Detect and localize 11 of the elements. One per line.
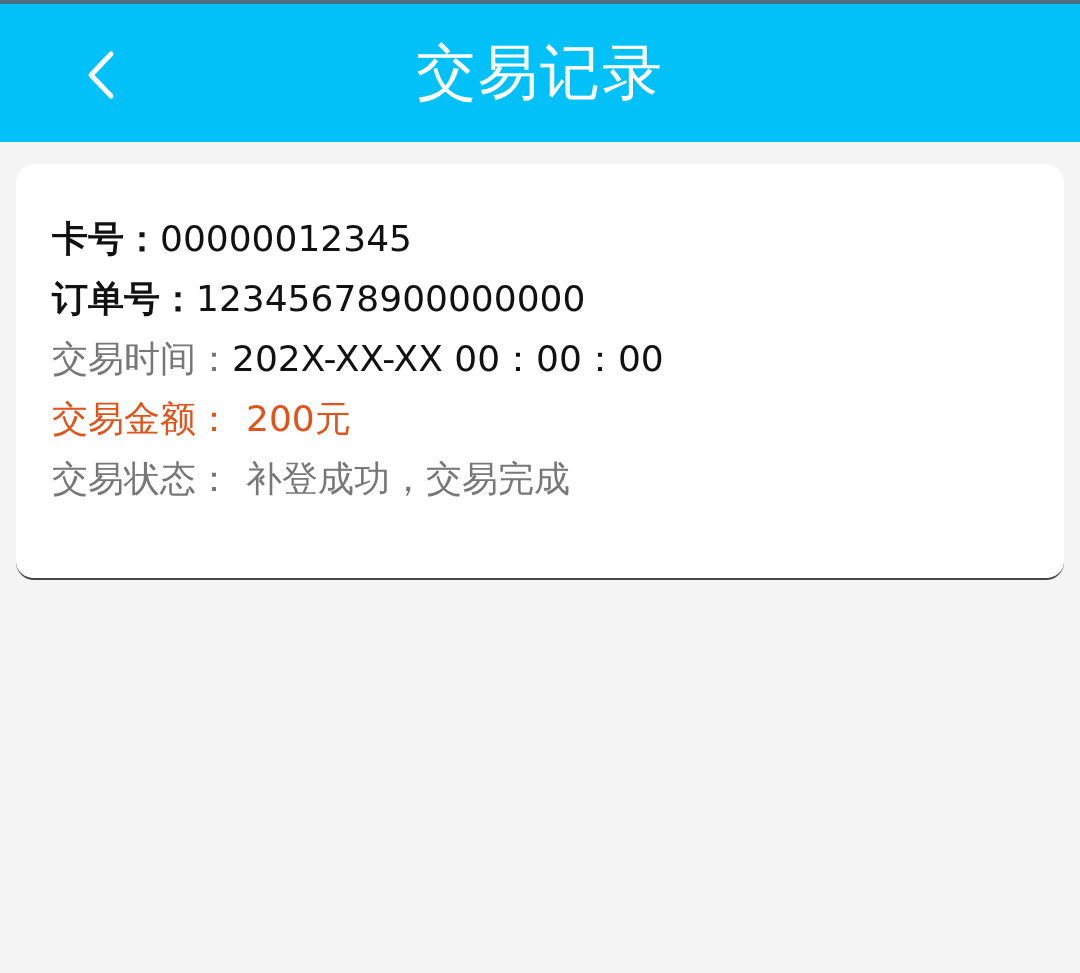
field-label: 交易时间：	[52, 337, 232, 381]
field-value: 00000012345	[160, 217, 412, 261]
page-title: 交易记录	[416, 35, 664, 109]
field-value: 200元	[246, 397, 351, 441]
field-label: 交易状态：	[52, 457, 232, 501]
field-label: 交易金额：	[52, 397, 232, 441]
field-value: 12345678900000000	[196, 277, 586, 321]
field-label: 订单号：	[52, 277, 196, 321]
field-value: 补登成功，交易完成	[246, 457, 570, 501]
field-value: 202X-XX-XX 00：00：00	[232, 337, 664, 381]
field-label: 卡号：	[52, 217, 160, 261]
